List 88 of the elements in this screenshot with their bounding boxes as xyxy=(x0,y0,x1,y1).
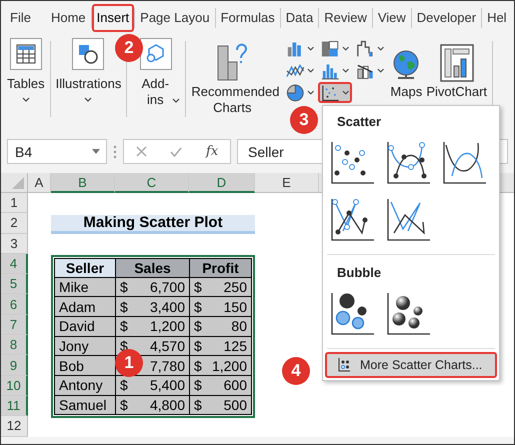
column-header[interactable]: A xyxy=(28,173,51,193)
section-heading: Bubble xyxy=(336,264,382,282)
step-badge: 3 xyxy=(290,106,318,134)
table-cell: $ 1,200 xyxy=(116,316,190,337)
row-header[interactable]: 3 xyxy=(1,234,28,254)
ribbon-tab[interactable]: Home xyxy=(46,4,91,32)
caret-icon xyxy=(306,68,314,73)
row-header[interactable]: 10 xyxy=(1,376,28,396)
column-heading: Profit xyxy=(190,258,252,278)
table-cell: Mike xyxy=(54,278,116,298)
tables-button[interactable]: Tables xyxy=(5,38,47,102)
table-cell: Antony xyxy=(54,376,116,396)
caret-icon xyxy=(342,68,350,73)
row-header[interactable]: 8 xyxy=(1,335,28,356)
column-header[interactable]: C xyxy=(115,173,189,193)
table-cell: $ 1,200 xyxy=(190,356,252,376)
ribbon-tab[interactable]: View xyxy=(372,4,411,32)
table-cell: $ 5,400 xyxy=(116,376,190,396)
column-header[interactable]: E xyxy=(255,173,319,193)
caret-icon xyxy=(306,90,314,95)
pivot-chart-icon xyxy=(440,44,474,82)
row-header[interactable]: 9 xyxy=(1,355,28,376)
table-cell: $ 250 xyxy=(190,278,252,298)
treemap-icon xyxy=(321,38,340,58)
scatter-small-icon xyxy=(338,358,350,372)
column-heading: Seller xyxy=(54,258,116,278)
caret-icon xyxy=(376,68,384,73)
waterfall-chart-icon xyxy=(356,38,375,58)
column-heading: Sales xyxy=(116,258,190,278)
row-header[interactable]: 7 xyxy=(1,314,28,336)
table-cell: $ 125 xyxy=(190,336,252,356)
smooth-lines-markers-icon xyxy=(386,140,431,185)
name-box[interactable]: B4 xyxy=(7,139,107,164)
ribbon-tab[interactable]: File xyxy=(5,4,36,32)
row-header[interactable]: 12 xyxy=(1,416,28,437)
table-cell: $ 6,700 xyxy=(116,278,190,298)
straight-lines-markers-icon xyxy=(330,197,375,242)
sheet-title: Making Scatter Plot xyxy=(51,215,255,234)
grip-icon xyxy=(113,144,117,158)
insert-function-button[interactable]: fx xyxy=(206,144,218,159)
table-cell: $ 80 xyxy=(190,316,252,337)
column-header[interactable]: B xyxy=(51,173,115,193)
shapes-icon xyxy=(77,43,100,65)
row-header[interactable]: 11 xyxy=(1,396,28,416)
caret-icon xyxy=(342,90,350,95)
ribbon-tab[interactable]: Insert xyxy=(92,4,134,32)
caret-icon xyxy=(84,97,92,102)
smooth-lines-icon xyxy=(442,140,487,185)
ribbon-tab[interactable]: Developer xyxy=(412,4,482,32)
table-cell: $ 4,800 xyxy=(116,396,190,416)
scatter-chart-icon xyxy=(321,82,340,102)
scatter-markers-icon xyxy=(330,140,375,185)
more-charts-item[interactable]: More Scatter Charts... xyxy=(325,352,497,378)
bubble-3d-icon xyxy=(386,291,431,336)
bubble-chart-icon xyxy=(330,291,375,336)
table-cell: $ 3,400 xyxy=(116,297,190,317)
table-cell: $ 500 xyxy=(190,396,252,416)
ribbon-tab[interactable]: Page Layou xyxy=(135,4,215,32)
ribbon-tab[interactable]: Review xyxy=(319,4,372,32)
table-cell: Jony xyxy=(54,336,116,356)
table-cell: $ 150 xyxy=(190,297,252,317)
chart-type-button[interactable] xyxy=(318,82,352,103)
row-header[interactable]: 1 xyxy=(1,193,28,214)
section-heading: Scatter xyxy=(336,113,382,131)
ribbon-tab[interactable]: Formulas xyxy=(216,4,280,32)
row-header[interactable]: 4 xyxy=(1,254,28,274)
caret-icon xyxy=(22,97,30,102)
caret-icon xyxy=(342,46,350,51)
table-cell: Bob xyxy=(54,356,116,376)
column-header[interactable]: D xyxy=(189,173,255,193)
ribbon-tab[interactable]: Data xyxy=(280,4,318,32)
table-cell: David xyxy=(54,316,116,337)
caret-icon xyxy=(376,46,384,51)
row-header[interactable]: 6 xyxy=(1,294,28,315)
straight-lines-icon xyxy=(386,197,431,242)
dropdown-icon[interactable] xyxy=(92,149,100,154)
table-icon xyxy=(16,44,36,64)
table-cell: Adam xyxy=(54,297,116,317)
row-header[interactable]: 2 xyxy=(1,213,28,234)
ribbon-tab[interactable]: Hel xyxy=(482,4,512,32)
step-badge: 2 xyxy=(115,34,143,62)
caret-icon xyxy=(306,46,314,51)
table-cell: Samuel xyxy=(54,396,116,416)
caret-icon xyxy=(172,98,180,103)
table-cell: $ 600 xyxy=(190,376,252,396)
row-header[interactable]: 5 xyxy=(1,274,28,294)
check-icon[interactable] xyxy=(170,146,182,156)
pie-chart-icon xyxy=(286,82,305,102)
